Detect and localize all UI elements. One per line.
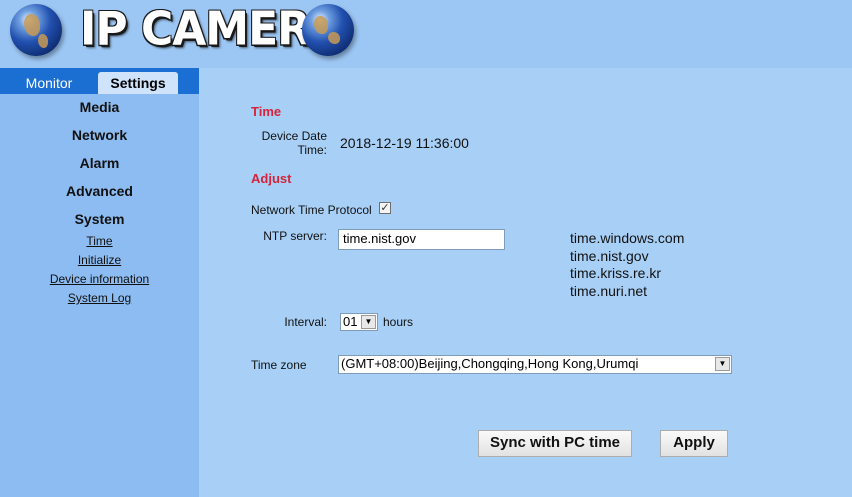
tab-settings[interactable]: Settings (98, 72, 178, 94)
settings-panel: Time Device Date Time: 2018-12-19 11:36:… (199, 68, 852, 497)
chevron-down-icon: ▼ (361, 315, 376, 329)
globe-icon (10, 4, 62, 56)
ntp-server-list: time.windows.com time.nist.gov time.kris… (570, 230, 684, 300)
timezone-select-value: (GMT+08:00)Beijing,Chongqing,Hong Kong,U… (341, 356, 639, 371)
tab-monitor[interactable]: Monitor (4, 72, 94, 94)
settings-menu: Media Network Alarm Advanced System Time… (0, 98, 199, 310)
device-date-time-value: 2018-12-19 11:36:00 (340, 135, 469, 151)
ntp-server-label: NTP server: (263, 229, 327, 243)
chevron-down-icon: ▼ (715, 357, 730, 371)
sidebar: Monitor Settings Media Network Alarm Adv… (0, 68, 199, 497)
device-date-time-label: Device Date Time: (261, 129, 327, 157)
timezone-label: Time zone (251, 358, 307, 372)
interval-label: Interval: (284, 315, 327, 329)
submenu-link-initialize[interactable]: Initialize (0, 253, 199, 272)
interval-unit: hours (383, 315, 414, 329)
time-section-title: Time (251, 104, 282, 119)
ntp-server-option: time.nuri.net (570, 282, 648, 299)
header-banner: IP CAMERA (0, 0, 852, 68)
menu-item-media[interactable]: Media (0, 98, 199, 126)
menu-item-network[interactable]: Network (0, 126, 199, 154)
adjust-section-title: Adjust (251, 171, 292, 186)
ntp-protocol-label: Network Time Protocol (251, 203, 372, 217)
ntp-protocol-checkbox[interactable]: ✓ (379, 202, 391, 214)
submenu-link-system-log[interactable]: System Log (0, 291, 199, 310)
interval-select[interactable]: 01 ▼ (340, 313, 378, 331)
globe-icon (302, 4, 354, 56)
ntp-server-input[interactable]: time.nist.gov (338, 229, 505, 250)
apply-button[interactable]: Apply (660, 430, 728, 457)
menu-item-alarm[interactable]: Alarm (0, 154, 199, 182)
interval-select-value: 01 (343, 314, 358, 329)
submenu-link-device-information[interactable]: Device information (0, 272, 199, 291)
menu-item-advanced[interactable]: Advanced (0, 182, 199, 210)
sync-pc-time-button[interactable]: Sync with PC time (478, 430, 632, 457)
ntp-server-option: time.windows.com (570, 230, 685, 246)
system-submenu: Time Initialize Device information Syste… (0, 234, 199, 310)
tab-bar: Monitor Settings (0, 68, 199, 94)
timezone-select[interactable]: (GMT+08:00)Beijing,Chongqing,Hong Kong,U… (338, 355, 732, 374)
ntp-server-option: time.kriss.re.kr (570, 265, 661, 281)
ntp-server-option: time.nist.gov (570, 247, 649, 264)
submenu-link-time[interactable]: Time (0, 234, 199, 253)
